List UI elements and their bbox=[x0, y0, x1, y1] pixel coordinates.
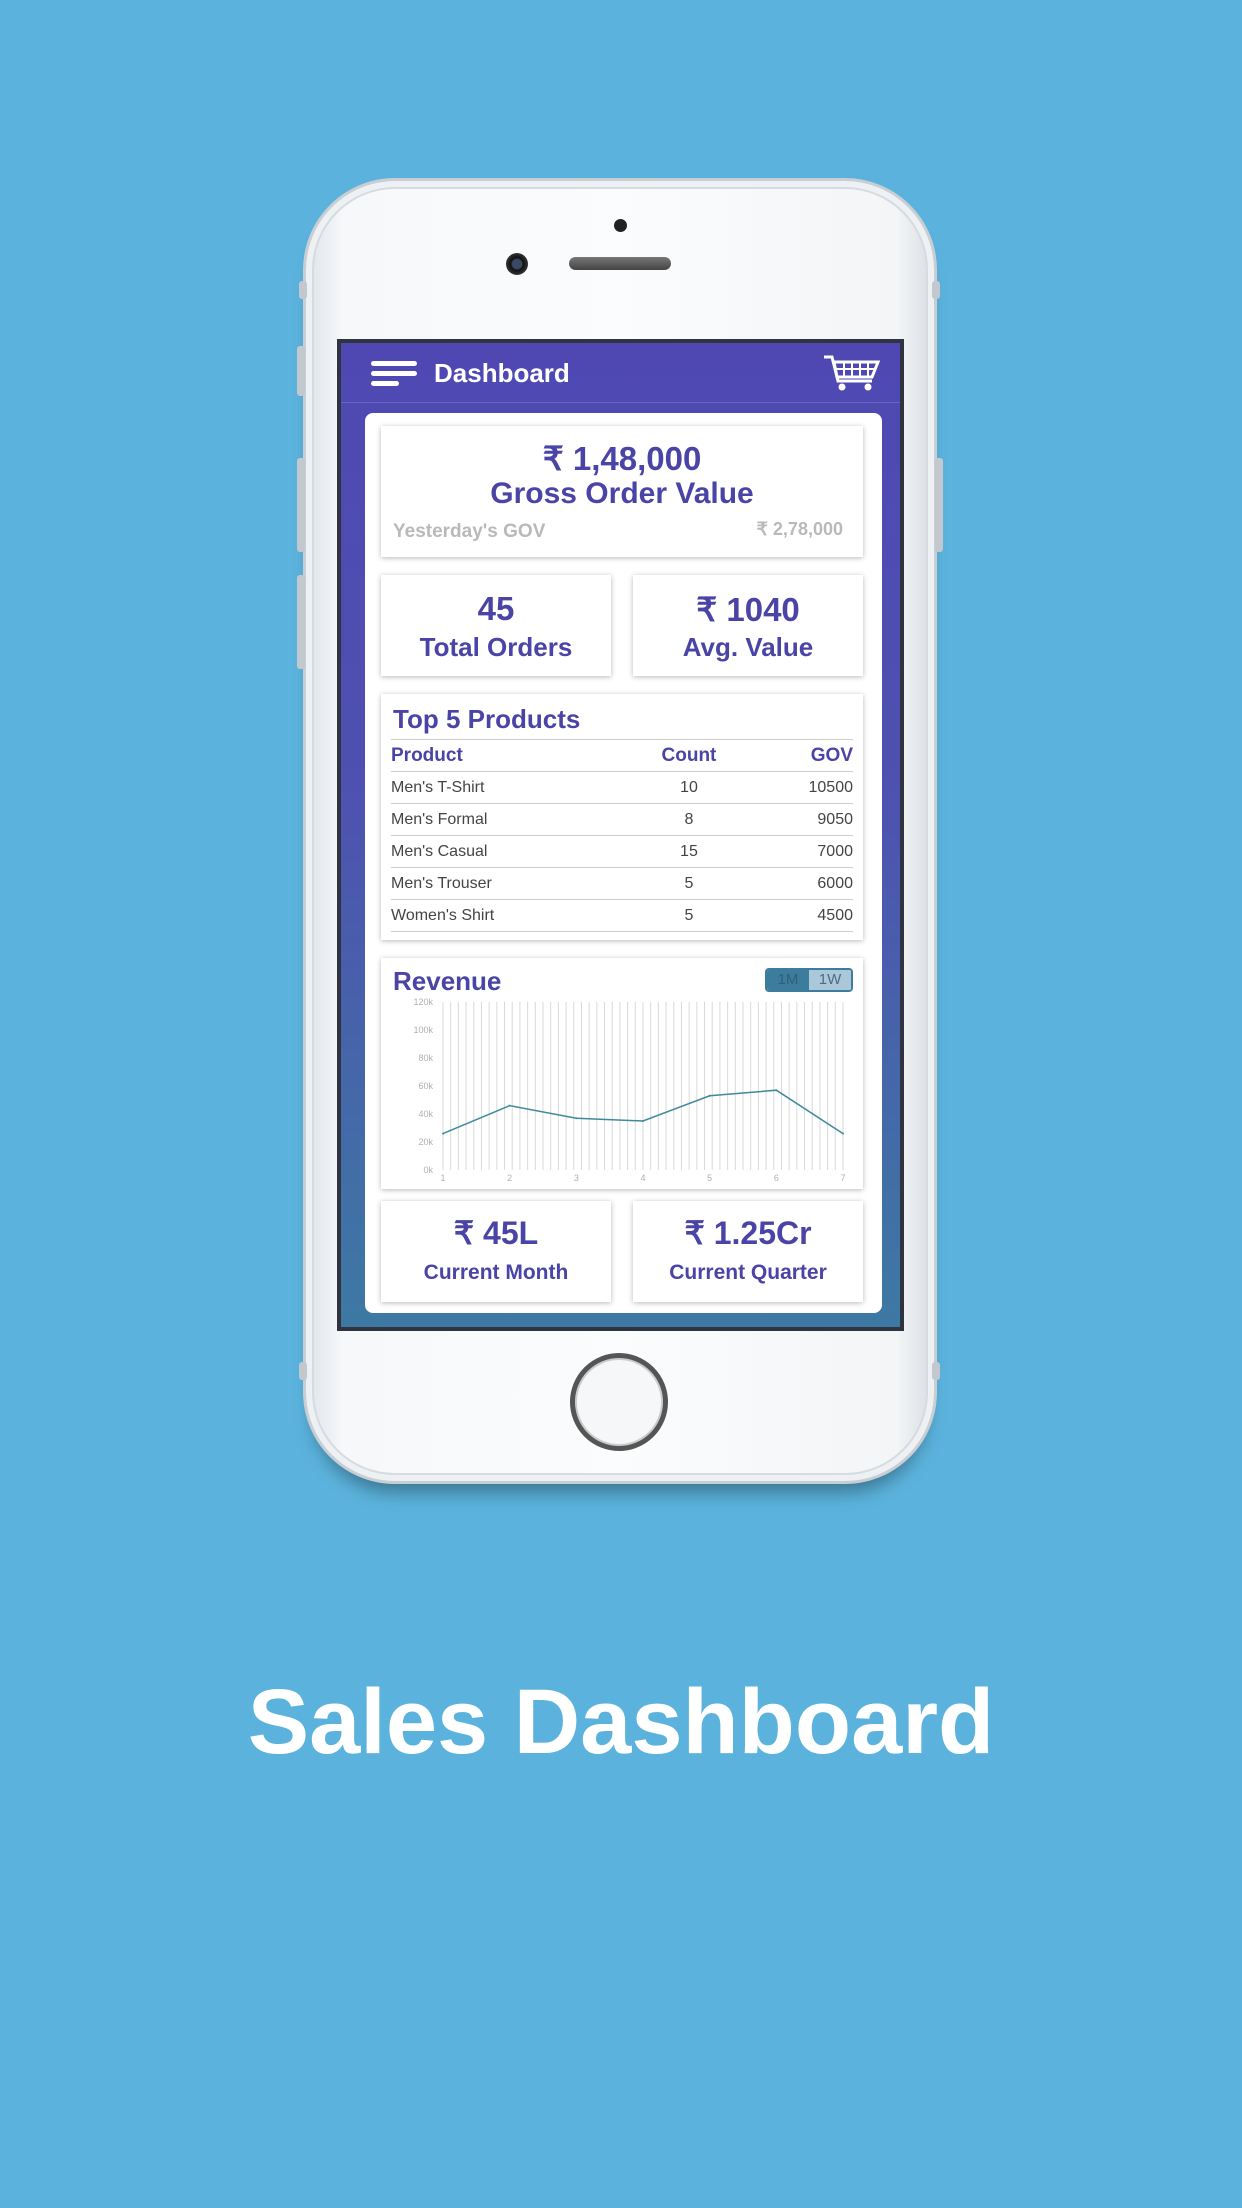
product-name: Women's Shirt bbox=[391, 899, 627, 932]
product-name: Men's Casual bbox=[391, 835, 627, 868]
total-orders-label: Total Orders bbox=[419, 632, 573, 662]
page-title: Dashboard bbox=[434, 358, 570, 388]
avg-value-card[interactable]: ₹ 1040 Avg. Value bbox=[633, 575, 863, 676]
front-camera bbox=[506, 253, 528, 275]
top-right-notch bbox=[932, 281, 940, 299]
column-header-product: Product bbox=[391, 739, 627, 772]
current-quarter-label: Current Quarter bbox=[669, 1261, 827, 1284]
gov-label: Gross Order Value bbox=[490, 477, 754, 510]
product-gov: 4500 bbox=[751, 899, 853, 932]
current-month-label: Current Month bbox=[423, 1261, 569, 1284]
promo-caption: Sales Dashboard bbox=[247, 1671, 995, 1773]
y-tick-label: 20k bbox=[418, 1137, 433, 1147]
silent-switch bbox=[299, 281, 307, 299]
revenue-chart: 0k 20k 40k 60k 80k 100k 120k 1 2 3 4 5 6 7 bbox=[413, 997, 845, 1183]
bottom-left-notch bbox=[299, 1362, 307, 1380]
product-count: 10 bbox=[626, 771, 752, 804]
y-tick-label: 100k bbox=[413, 1025, 433, 1035]
revenue-data-point bbox=[508, 1104, 511, 1107]
table-row[interactable]: Men's Trouser 5 6000 bbox=[391, 867, 853, 900]
gov-amount: ₹ 1,48,000 bbox=[542, 440, 702, 477]
total-orders-value: 45 bbox=[477, 590, 515, 627]
volume-up-button bbox=[297, 346, 305, 396]
revenue-data-point bbox=[842, 1132, 844, 1135]
table-row[interactable]: Men's T-Shirt 10 10500 bbox=[391, 771, 853, 804]
revenue-data-point bbox=[775, 1089, 778, 1092]
x-tick-label: 1 bbox=[440, 1173, 445, 1183]
volume-up-button-2 bbox=[297, 458, 305, 552]
product-gov: 9050 bbox=[751, 803, 853, 836]
table-row[interactable]: Women's Shirt 5 4500 bbox=[391, 899, 853, 932]
power-button bbox=[935, 458, 943, 552]
proximity-sensor bbox=[614, 219, 627, 232]
product-gov: 10500 bbox=[751, 771, 853, 804]
product-count: 8 bbox=[626, 803, 752, 836]
table-row[interactable]: Men's Casual 15 7000 bbox=[391, 835, 853, 868]
x-tick-label: 4 bbox=[640, 1173, 645, 1183]
toggle-1m[interactable]: 1M bbox=[767, 970, 809, 990]
top-products-title: Top 5 Products bbox=[393, 704, 581, 734]
earpiece-speaker bbox=[569, 257, 671, 270]
product-name: Men's Trouser bbox=[391, 867, 627, 900]
product-name: Men's Formal bbox=[391, 803, 627, 836]
product-gov: 6000 bbox=[751, 867, 853, 900]
revenue-data-point bbox=[642, 1120, 644, 1122]
current-quarter-value: ₹ 1.25Cr bbox=[684, 1215, 812, 1251]
y-tick-label: 0k bbox=[423, 1165, 433, 1175]
x-tick-label: 7 bbox=[840, 1173, 845, 1183]
y-tick-label: 120k bbox=[413, 997, 433, 1007]
home-button[interactable] bbox=[570, 1353, 668, 1451]
y-tick-label: 80k bbox=[418, 1053, 433, 1063]
current-quarter-card[interactable]: ₹ 1.25Cr Current Quarter bbox=[633, 1201, 863, 1302]
revenue-card: Revenue 1M 1W 0k 20k 40k 60k 80k 100k 120k 1 2 3 4… bbox=[381, 958, 863, 1189]
avg-value-label: Avg. Value bbox=[682, 632, 814, 662]
avg-value-value: ₹ 1040 bbox=[696, 591, 800, 628]
yesterday-gov-value: ₹ 2,78,000 bbox=[756, 519, 843, 539]
y-tick-label: 40k bbox=[418, 1109, 433, 1119]
x-tick-label: 5 bbox=[707, 1173, 712, 1183]
product-gov: 7000 bbox=[751, 835, 853, 868]
total-orders-card[interactable]: 45 Total Orders bbox=[381, 575, 611, 676]
table-row[interactable]: Men's Formal 8 9050 bbox=[391, 803, 853, 836]
volume-down-button bbox=[297, 575, 305, 669]
product-count: 5 bbox=[626, 899, 752, 932]
column-header-count: Count bbox=[626, 739, 752, 772]
products-table: Product Count GOV Men's T-Shirt 10 10500… bbox=[391, 739, 853, 932]
current-month-value: ₹ 45L bbox=[453, 1215, 539, 1251]
product-count: 5 bbox=[626, 867, 752, 900]
top-app-bar: Dashboard bbox=[341, 343, 900, 403]
product-count: 15 bbox=[626, 835, 752, 868]
top-products-card: Top 5 Products Product Count GOV Men's T… bbox=[381, 694, 863, 940]
bottom-right-notch bbox=[932, 1362, 940, 1380]
current-month-card[interactable]: ₹ 45L Current Month bbox=[381, 1201, 611, 1302]
revenue-data-point bbox=[708, 1094, 711, 1097]
x-tick-label: 2 bbox=[507, 1173, 512, 1183]
revenue-data-point bbox=[575, 1117, 578, 1120]
dashboard-panel: ₹ 1,48,000 Gross Order Value Yesterday's… bbox=[365, 413, 882, 1313]
toggle-1w[interactable]: 1W bbox=[809, 970, 851, 990]
x-tick-label: 6 bbox=[774, 1173, 779, 1183]
gov-card[interactable]: ₹ 1,48,000 Gross Order Value Yesterday's… bbox=[381, 426, 863, 557]
menu-icon[interactable] bbox=[371, 361, 417, 387]
column-header-gov: GOV bbox=[751, 739, 853, 772]
range-toggle: 1M 1W bbox=[765, 968, 853, 992]
x-tick-label: 3 bbox=[574, 1173, 579, 1183]
revenue-data-point bbox=[442, 1132, 444, 1135]
app-screen: Dashboard ₹ 1,48,000 Gross Order Value Y… bbox=[337, 339, 904, 1331]
product-name: Men's T-Shirt bbox=[391, 771, 627, 804]
y-tick-label: 60k bbox=[418, 1081, 433, 1091]
yesterday-gov-label: Yesterday's GOV bbox=[393, 521, 546, 542]
cart-icon[interactable] bbox=[822, 353, 882, 393]
